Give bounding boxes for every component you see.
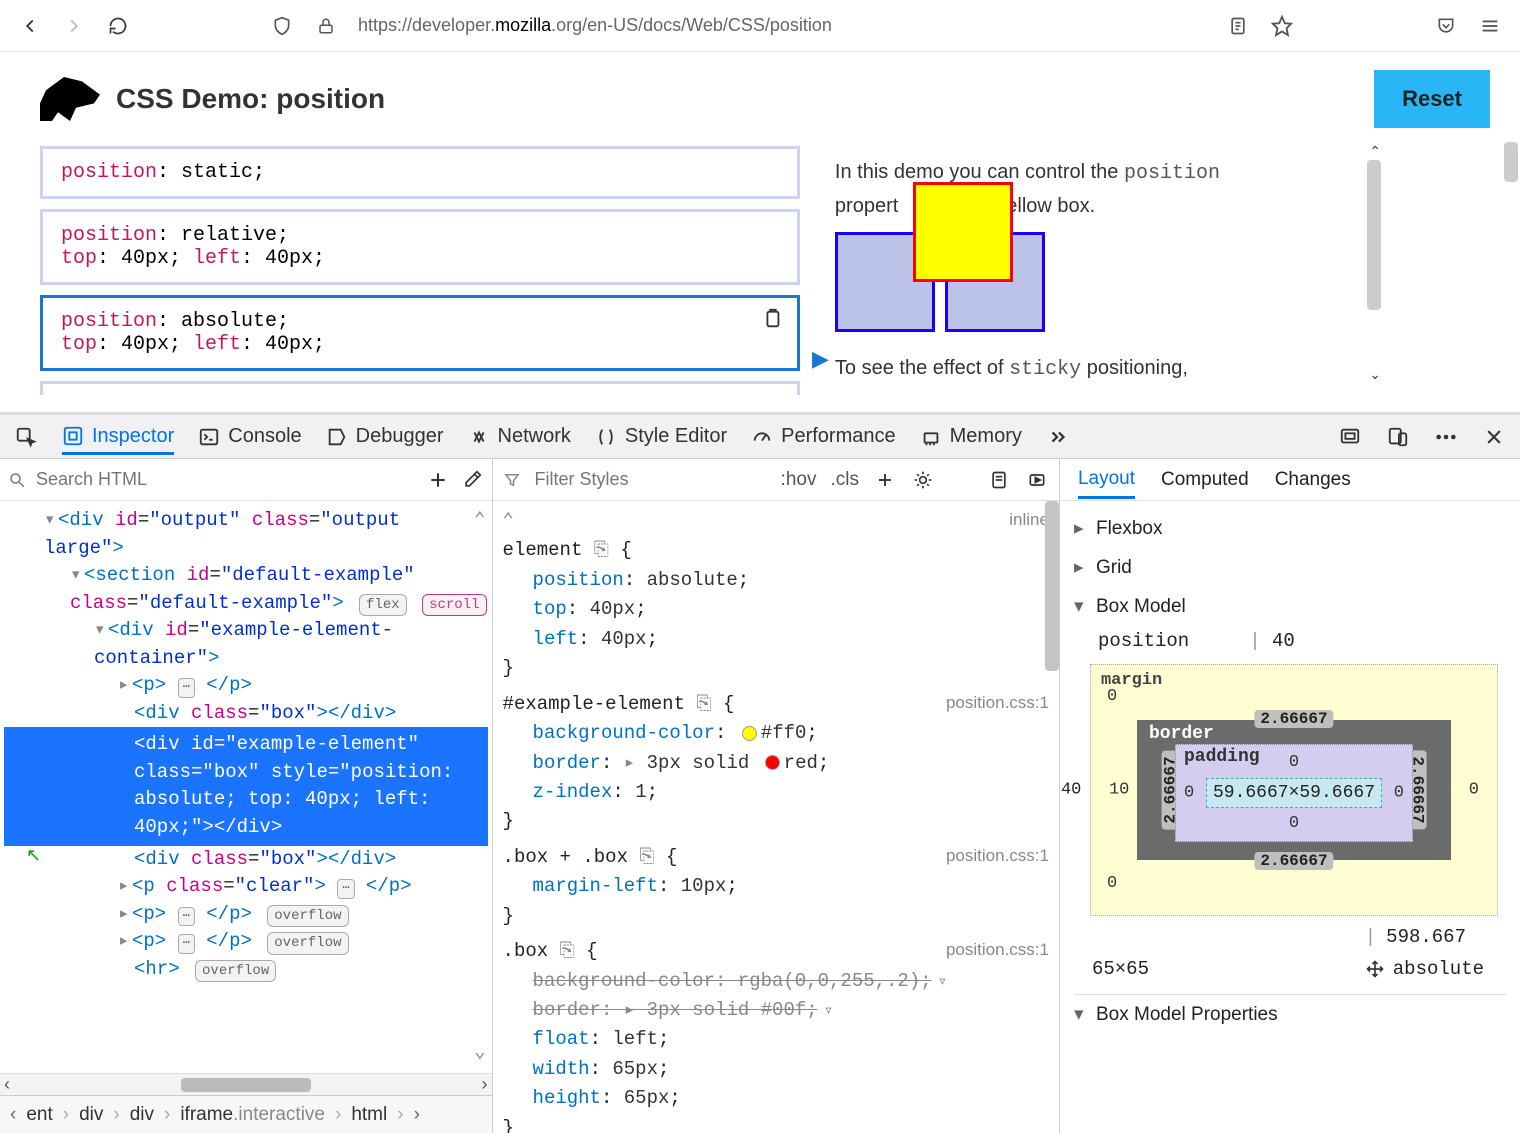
border-bottom[interactable]: 2.66667 — [1254, 852, 1333, 870]
rules-panel: :hov .cls inline — [493, 459, 1060, 1133]
shield-icon[interactable] — [270, 14, 294, 38]
page-title: CSS Demo: position — [116, 83, 385, 115]
padding-bottom[interactable]: 0 — [1186, 814, 1402, 833]
tab-layout[interactable]: Layout — [1078, 468, 1135, 499]
filter-funnel-icon[interactable]: ▿ — [824, 1002, 834, 1020]
add-rule-icon[interactable] — [873, 468, 897, 492]
tab-inspector[interactable]: Inspector — [62, 425, 174, 455]
code-option-relative[interactable]: position: relative; top: 40px; left: 40p… — [40, 209, 800, 285]
grid-accordion[interactable]: ▸Grid — [1074, 548, 1506, 587]
dark-scheme-icon[interactable] — [949, 468, 973, 492]
add-element-icon[interactable] — [426, 468, 450, 492]
lock-icon[interactable] — [314, 14, 338, 38]
outer-left: 40 — [1061, 781, 1081, 800]
search-html-input[interactable] — [36, 469, 416, 490]
filter-icon — [503, 471, 521, 489]
reset-button[interactable]: Reset — [1374, 70, 1490, 128]
box-model-diagram[interactable]: margin 0 10 0 40 border 2.66667 2.66667 … — [1090, 664, 1498, 916]
demo-area: ⌃ ⌄ In this demo you can control the pos… — [835, 146, 1395, 395]
html-panel: ▾<div id="output" class="output large"> … — [0, 459, 493, 1133]
code-option-absolute[interactable]: position: absolute; top: 40px; left: 40p… — [40, 295, 800, 371]
url-bar[interactable]: https://developer.mozilla.org/en-US/docs… — [358, 15, 1206, 36]
cls-toggle[interactable]: .cls — [830, 469, 859, 491]
devtools-panel: Inspector Console Debugger Network Style… — [0, 412, 1520, 1133]
code-option-static[interactable]: position: static; — [40, 146, 800, 199]
position-mode: absolute — [1393, 958, 1484, 980]
back-button[interactable] — [18, 14, 42, 38]
html-tree[interactable]: ▾<div id="output" class="output large"> … — [0, 501, 492, 1073]
margin-bottom[interactable]: 0 — [1107, 874, 1481, 893]
light-scheme-icon[interactable] — [911, 468, 935, 492]
rules-body[interactable]: inline⌃ element ⎘ { position: absolute; … — [493, 501, 1059, 1133]
overflow-tabs-icon[interactable] — [1046, 425, 1070, 449]
url-text: https://developer.mozilla.org/en-US/docs… — [358, 15, 832, 36]
crosshair-icon[interactable] — [1365, 959, 1385, 979]
flexbox-accordion[interactable]: ▸Flexbox — [1074, 509, 1506, 548]
reduced-motion-icon[interactable] — [1025, 468, 1049, 492]
pick-element-icon[interactable] — [14, 425, 38, 449]
search-icon — [8, 471, 26, 489]
html-horizontal-scroll[interactable]: ‹› — [0, 1073, 492, 1095]
forward-button[interactable] — [62, 14, 86, 38]
selected-node[interactable]: <div id="example-element" class="box" st… — [4, 727, 488, 845]
breadcrumbs[interactable]: ‹ ent› div› div› iframe.interactive› htm… — [0, 1095, 492, 1133]
position-label: position — [1098, 630, 1189, 652]
content-size[interactable]: 59.6667×59.6667 — [1206, 778, 1382, 808]
code-option-partial[interactable] — [40, 381, 800, 395]
padding-left[interactable]: 0 — [1184, 784, 1194, 803]
clipboard-icon[interactable] — [761, 308, 783, 330]
filter-styles-input[interactable] — [535, 469, 767, 490]
browser-chrome: https://developer.mozilla.org/en-US/docs… — [0, 0, 1520, 52]
tab-console[interactable]: Console — [198, 425, 301, 448]
iframe-target-icon[interactable] — [1338, 425, 1362, 449]
tab-changes[interactable]: Changes — [1275, 469, 1351, 491]
collapse-down-icon[interactable]: ⌄ — [474, 1039, 485, 1067]
rules-scrollbar[interactable] — [1045, 501, 1059, 671]
border-top[interactable]: 2.66667 — [1254, 710, 1333, 728]
menu-icon[interactable] — [1478, 14, 1502, 38]
margin-top[interactable]: 0 — [1107, 687, 1481, 706]
reload-button[interactable] — [106, 14, 130, 38]
play-arrow-icon: ▶ — [812, 346, 829, 395]
tab-memory[interactable]: Memory — [920, 425, 1022, 448]
margin-right[interactable]: 0 — [1469, 781, 1479, 800]
tab-computed[interactable]: Computed — [1161, 469, 1249, 491]
print-media-icon[interactable] — [987, 468, 1011, 492]
mdn-dino-logo — [40, 77, 100, 121]
margin-left[interactable]: 10 — [1109, 781, 1129, 800]
position-top-value[interactable]: 40 — [1272, 630, 1295, 652]
page-content: CSS Demo: position Reset position: stati… — [0, 52, 1520, 412]
element-size: 65×65 — [1092, 958, 1149, 980]
hov-toggle[interactable]: :hov — [781, 469, 817, 491]
tab-performance[interactable]: Performance — [751, 425, 896, 448]
yellow-box — [913, 182, 1013, 282]
close-devtools-icon[interactable] — [1482, 425, 1506, 449]
padding-right[interactable]: 0 — [1394, 784, 1404, 803]
tab-styleeditor[interactable]: Style Editor — [595, 425, 727, 448]
layout-panel: Layout Computed Changes ▸Flexbox ▸Grid ▾… — [1060, 459, 1520, 1133]
devtools-menu-icon[interactable] — [1434, 425, 1458, 449]
star-icon[interactable] — [1270, 14, 1294, 38]
boxmodel-props-accordion[interactable]: ▾Box Model Properties — [1074, 994, 1506, 1034]
boxmodel-accordion[interactable]: ▾Box Model — [1074, 587, 1506, 626]
collapse-up-icon[interactable]: ⌃ — [474, 507, 485, 535]
sticky-text: To see the effect of sticky positioning, — [835, 352, 1395, 386]
devtools-tabbar: Inspector Console Debugger Network Style… — [0, 415, 1520, 459]
tab-network[interactable]: Network — [468, 425, 571, 448]
reader-icon[interactable] — [1226, 14, 1250, 38]
layout-body[interactable]: ▸Flexbox ▸Grid ▾Box Model position | 40 … — [1060, 501, 1520, 1133]
eyedropper-icon[interactable] — [460, 468, 484, 492]
responsive-icon[interactable] — [1386, 425, 1410, 449]
outer-right: 598.667 — [1386, 926, 1466, 948]
tab-debugger[interactable]: Debugger — [326, 425, 444, 448]
scroll-down-arrow[interactable]: ⌄ — [1369, 363, 1381, 385]
pocket-icon[interactable] — [1434, 14, 1458, 38]
filter-funnel-icon[interactable]: ▿ — [938, 973, 948, 991]
page-scrollbar[interactable] — [1504, 106, 1518, 412]
